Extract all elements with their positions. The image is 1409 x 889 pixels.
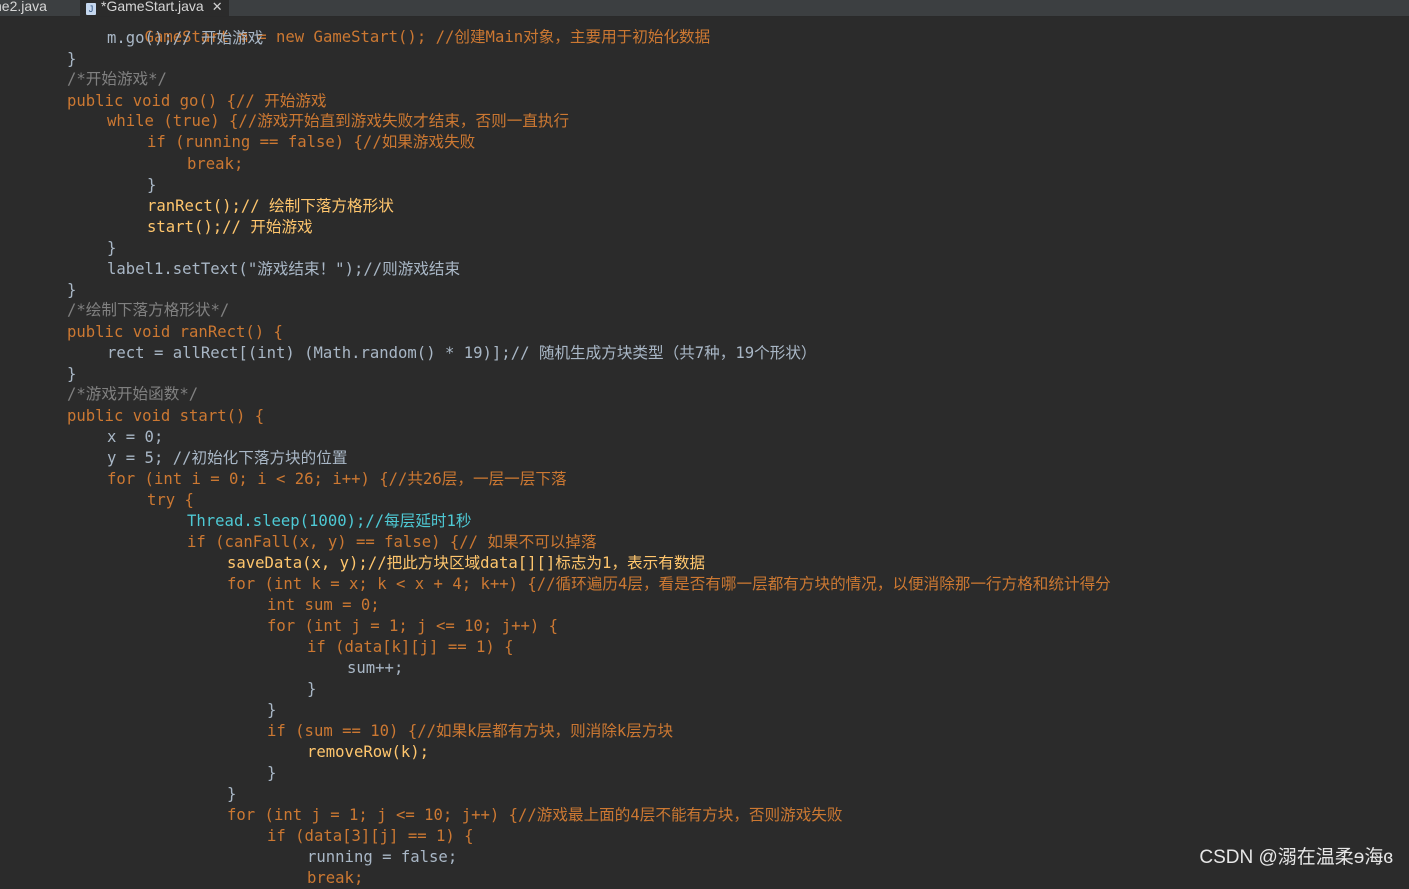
- code-line-6: while (true) {//游戏开始直到游戏失败才结束，否则一直执行: [107, 111, 569, 132]
- code-line-10: ranRect();// 绘制下落方格形状: [147, 196, 394, 217]
- code-line-4-text: /*开始游戏*/: [67, 70, 167, 88]
- code-line-22-text: y = 5; //初始化下落方块的位置: [107, 449, 348, 467]
- code-line-14: }: [67, 280, 76, 301]
- code-line-37: }: [267, 763, 276, 784]
- code-line-30-text: for (int j = 1; j <= 10; j++) {: [267, 617, 559, 635]
- code-line-8: break;: [187, 154, 243, 175]
- code-line-4: /*开始游戏*/: [67, 69, 167, 90]
- code-line-5-text: public void go() {// 开始游戏: [67, 92, 327, 110]
- code-line-36: removeRow(k);: [307, 742, 429, 763]
- code-line-15: /*绘制下落方格形状*/: [67, 300, 229, 321]
- code-line-33: }: [307, 679, 316, 700]
- code-line-39: for (int j = 1; j <= 10; j++) {//游戏最上面的4…: [227, 805, 842, 826]
- code-line-17-text: rect = allRect[(int) (Math.random() * 19…: [107, 344, 817, 362]
- code-line-8-text: break;: [187, 155, 244, 173]
- code-line-41: running = false;: [307, 847, 457, 868]
- code-line-19-text: /*游戏开始函数*/: [67, 385, 199, 403]
- tab-gamestart2[interactable]: ne2.java: [0, 0, 47, 16]
- code-line-26-text: if (canFall(x, y) == false) {// 如果不可以掉落: [187, 533, 597, 551]
- code-line-18-text: }: [67, 365, 77, 383]
- code-line-34: }: [267, 700, 276, 721]
- code-line-20-text: public void start() {: [67, 407, 265, 425]
- code-line-35-text: if (sum == 10) {//如果k层都有方块，则消除k层方块: [267, 722, 674, 740]
- code-line-31-text: if (data[k][j] == 1) {: [307, 638, 514, 656]
- code-line-28: for (int k = x; k < x + 4; k++) {//循环遍历4…: [227, 574, 1111, 595]
- code-line-34-text: }: [267, 701, 277, 719]
- code-line-29: int sum = 0;: [267, 595, 380, 616]
- code-line-11-text: start();// 开始游戏: [147, 218, 313, 236]
- code-line-20: public void start() {: [67, 406, 264, 427]
- code-line-27-text: saveData(x, y);//把此方块区域data[][]标志为1，表示有数…: [227, 554, 706, 572]
- code-line-23-text: for (int i = 0; i < 26; i++) {//共26层，一层一…: [107, 470, 567, 488]
- code-line-5: public void go() {// 开始游戏: [67, 91, 327, 112]
- code-editor[interactable]: GameStart m = new GameStart(); //创建Main对…: [0, 0, 1409, 887]
- code-line-38: }: [227, 784, 236, 805]
- code-line-14-text: }: [67, 281, 77, 299]
- code-line-25-text: Thread.sleep(1000);//每层延时1秒: [187, 512, 472, 530]
- watermark: CSDN @溺在温柔ɘ海ɞ: [1199, 847, 1393, 868]
- code-line-37-text: }: [267, 764, 277, 782]
- code-line-30: for (int j = 1; j <= 10; j++) {: [267, 616, 558, 637]
- tab-gamestart[interactable]: J *GameStart.java ✕: [80, 0, 229, 16]
- code-line-7: if (running == false) {//如果游戏失败: [147, 132, 475, 153]
- code-line-11: start();// 开始游戏: [147, 217, 313, 238]
- code-line-25: Thread.sleep(1000);//每层延时1秒: [187, 511, 472, 532]
- code-line-15-text: /*绘制下落方格形状*/: [67, 301, 230, 319]
- code-line-21-text: x = 0;: [107, 428, 164, 446]
- code-line-24-text: try {: [147, 491, 194, 509]
- code-line-29-text: int sum = 0;: [267, 596, 380, 614]
- code-line-42: break;: [307, 868, 363, 889]
- code-line-9: }: [147, 175, 156, 196]
- code-line-42-text: break;: [307, 869, 364, 887]
- code-line-3: }: [67, 49, 76, 70]
- code-line-22: y = 5; //初始化下落方块的位置: [107, 448, 347, 469]
- code-line-16-text: public void ranRect() {: [67, 323, 283, 341]
- code-line-12: }: [107, 238, 116, 259]
- code-line-19: /*游戏开始函数*/: [67, 384, 198, 405]
- close-icon[interactable]: ✕: [212, 0, 223, 14]
- code-line-6-text: while (true) {//游戏开始直到游戏失败才结束，否则一直执行: [107, 112, 570, 130]
- code-line-39-text: for (int j = 1; j <= 10; j++) {//游戏最上面的4…: [227, 806, 843, 824]
- code-line-26: if (canFall(x, y) == false) {// 如果不可以掉落: [187, 532, 597, 553]
- code-line-12-text: }: [107, 239, 117, 257]
- code-line-38-text: }: [227, 785, 237, 803]
- code-line-27: saveData(x, y);//把此方块区域data[][]标志为1，表示有数…: [227, 553, 705, 574]
- code-line-32-text: sum++;: [347, 659, 404, 677]
- java-file-icon: J: [86, 3, 96, 15]
- code-line-32: sum++;: [347, 658, 403, 679]
- code-line-40: if (data[3][j] == 1) {: [267, 826, 474, 847]
- code-line-41-text: running = false;: [307, 848, 458, 866]
- editor-tab-bar: ne2.java J *GameStart.java ✕: [0, 0, 1409, 17]
- code-line-16: public void ranRect() {: [67, 322, 283, 343]
- tab-gamestart2-label: ne2.java: [0, 0, 47, 14]
- code-line-36-text: removeRow(k);: [307, 743, 430, 761]
- code-line-21: x = 0;: [107, 427, 163, 448]
- code-line-18: }: [67, 364, 76, 385]
- code-line-31: if (data[k][j] == 1) {: [307, 637, 514, 658]
- code-line-7-text: if (running == false) {//如果游戏失败: [147, 133, 476, 151]
- tab-gamestart-label: *GameStart.java: [101, 0, 204, 14]
- code-line-13-text: label1.setText("游戏结束！");//则游戏结束: [107, 260, 461, 278]
- code-line-35: if (sum == 10) {//如果k层都有方块，则消除k层方块: [267, 721, 673, 742]
- code-line-13: label1.setText("游戏结束！");//则游戏结束: [107, 259, 460, 280]
- code-line-28-text: for (int k = x; k < x + 4; k++) {//循环遍历4…: [227, 575, 1111, 593]
- code-line-9-text: }: [147, 176, 157, 194]
- code-line-2-text: m.go();// 开始游戏: [107, 29, 264, 47]
- code-line-23: for (int i = 0; i < 26; i++) {//共26层，一层一…: [107, 469, 567, 490]
- code-line-10-text: ranRect();// 绘制下落方格形状: [147, 197, 394, 215]
- code-line-33-text: }: [307, 680, 317, 698]
- code-line-24: try {: [147, 490, 194, 511]
- code-line-40-text: if (data[3][j] == 1) {: [267, 827, 474, 845]
- code-line-2: m.go();// 开始游戏: [107, 28, 263, 49]
- code-line-3-text: }: [67, 50, 77, 68]
- code-line-17: rect = allRect[(int) (Math.random() * 19…: [107, 343, 817, 364]
